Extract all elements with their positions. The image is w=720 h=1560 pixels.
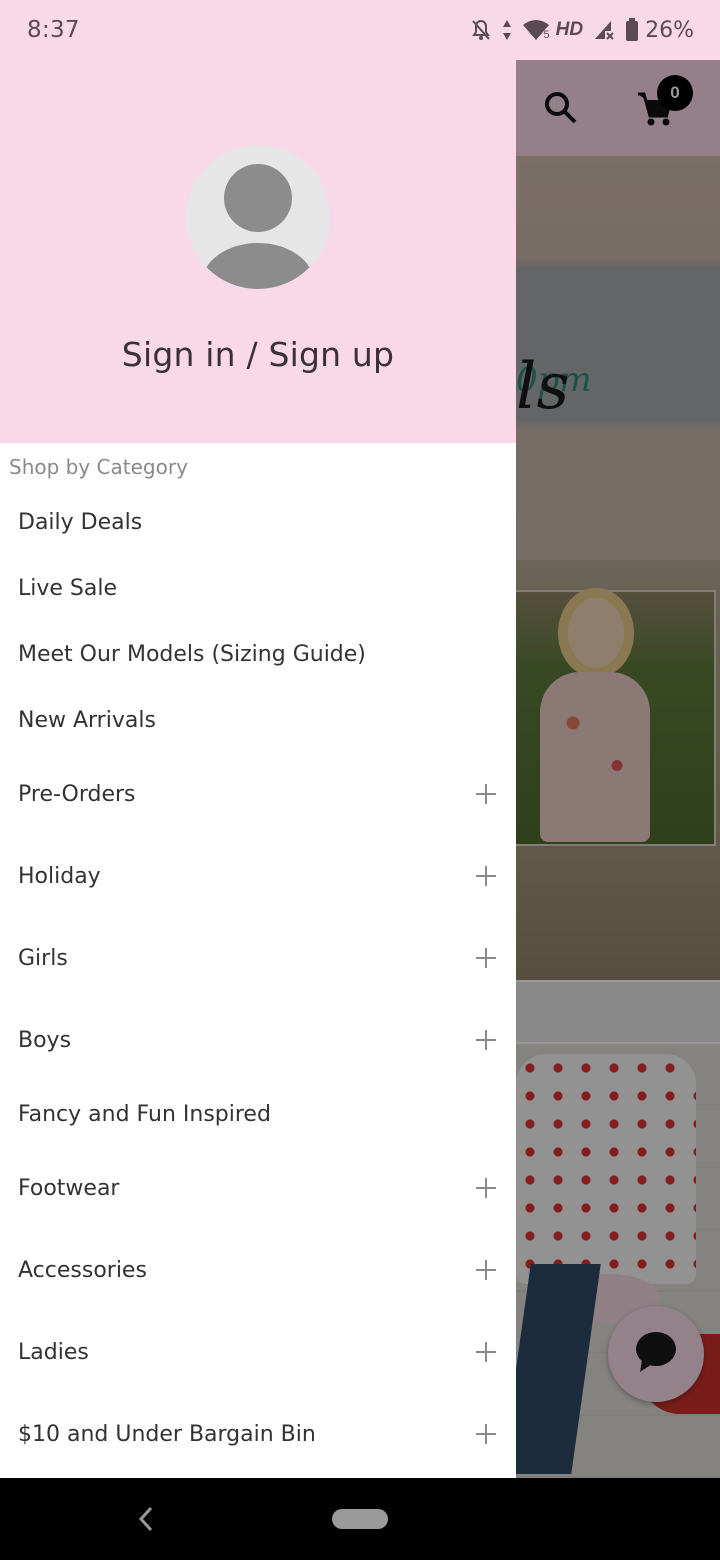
category-label: Daily Deals	[18, 509, 143, 535]
avatar-head-shape	[224, 164, 292, 232]
category-item-live-sale[interactable]: Live Sale	[0, 555, 516, 621]
expand-plus-icon[interactable]	[476, 948, 496, 968]
status-icons: 5 HD 26%	[470, 18, 694, 43]
category-item-accessories[interactable]: Accessories	[0, 1229, 516, 1311]
home-pill-icon[interactable]	[332, 1509, 388, 1529]
category-item-meet-our-models[interactable]: Meet Our Models (Sizing Guide)	[0, 621, 516, 687]
category-label: Ladies	[18, 1339, 89, 1365]
notifications-off-icon	[470, 18, 492, 42]
battery-percent: 26%	[645, 17, 694, 43]
category-label: New Arrivals	[18, 707, 156, 733]
category-label: Boys	[18, 1027, 72, 1053]
avatar-body-shape	[202, 243, 314, 289]
status-bar: 8:37 5 HD 26%	[0, 0, 720, 60]
status-time: 8:37	[27, 17, 80, 43]
network-label: HD	[555, 19, 584, 40]
back-chevron-icon[interactable]	[138, 1506, 154, 1537]
expand-plus-icon[interactable]	[476, 1030, 496, 1050]
category-item-pre-orders[interactable]: Pre-Orders	[0, 753, 516, 835]
expand-plus-icon[interactable]	[476, 866, 496, 886]
category-label: $10 and Under Bargain Bin	[18, 1421, 316, 1447]
category-label: Holiday	[18, 863, 101, 889]
category-label: Girls	[18, 945, 68, 971]
category-item-footwear[interactable]: Footwear	[0, 1147, 516, 1229]
category-item-daily-deals[interactable]: Daily Deals	[0, 489, 516, 555]
category-item-girls[interactable]: Girls	[0, 917, 516, 999]
category-item-fancy-and-fun[interactable]: Fancy and Fun Inspired	[0, 1081, 516, 1147]
category-label: Fancy and Fun Inspired	[18, 1101, 271, 1127]
drawer-header: Sign in / Sign up	[0, 60, 516, 443]
category-list: Daily Deals Live Sale Meet Our Models (S…	[0, 489, 516, 1475]
avatar[interactable]	[186, 145, 330, 289]
category-label: Meet Our Models (Sizing Guide)	[18, 641, 366, 667]
expand-plus-icon[interactable]	[476, 1424, 496, 1444]
signal-no-sim-icon	[593, 19, 615, 41]
category-label: Pre-Orders	[18, 781, 136, 807]
category-label: Accessories	[18, 1257, 147, 1283]
category-label: Live Sale	[18, 575, 118, 601]
expand-plus-icon[interactable]	[476, 1342, 496, 1362]
section-title: Shop by Category	[9, 455, 188, 479]
category-item-ladies[interactable]: Ladies	[0, 1311, 516, 1393]
category-item-boys[interactable]: Boys	[0, 999, 516, 1081]
battery-icon	[625, 18, 639, 42]
sign-in-link[interactable]: Sign in / Sign up	[0, 335, 516, 374]
wifi-icon: 5	[522, 19, 550, 41]
wifi-badge: 5	[543, 29, 550, 41]
data-arrows-icon	[502, 19, 512, 41]
system-nav-bar	[0, 1478, 720, 1560]
navigation-drawer: Sign in / Sign up Shop by Category Daily…	[0, 60, 516, 1478]
category-label: Footwear	[18, 1175, 120, 1201]
expand-plus-icon[interactable]	[476, 1260, 496, 1280]
expand-plus-icon[interactable]	[476, 784, 496, 804]
category-item-holiday[interactable]: Holiday	[0, 835, 516, 917]
expand-plus-icon[interactable]	[476, 1178, 496, 1198]
category-item-bargain-bin[interactable]: $10 and Under Bargain Bin	[0, 1393, 516, 1475]
category-item-new-arrivals[interactable]: New Arrivals	[0, 687, 516, 753]
